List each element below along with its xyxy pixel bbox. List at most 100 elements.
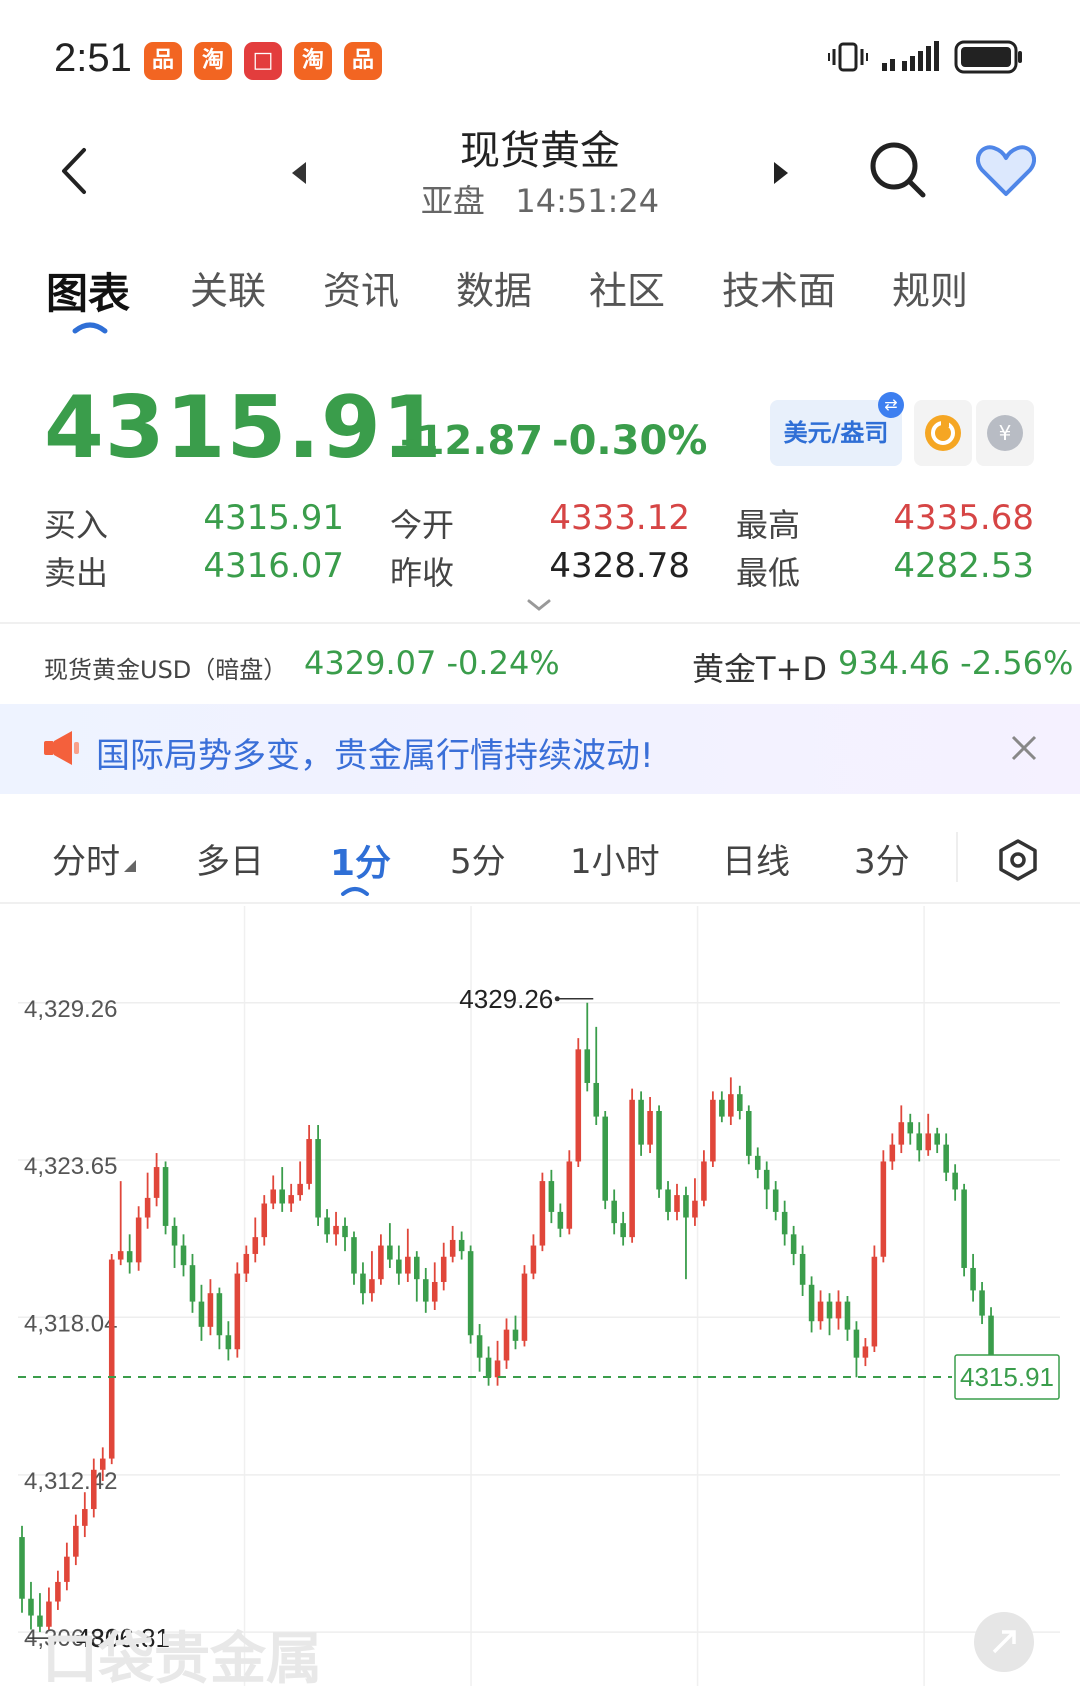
candle-body <box>880 1161 887 1257</box>
candle-body <box>512 1329 519 1341</box>
notice-banner[interactable]: 国际局势多变，贵金属行情持续波动! <box>0 704 1080 794</box>
candle-body <box>647 1111 653 1145</box>
active-tab-indicator <box>72 322 108 334</box>
candle-body <box>207 1293 214 1327</box>
related-right-name: 黄金T+D <box>692 650 828 688</box>
dropdown-corner-icon <box>124 860 136 872</box>
candle-body <box>279 1189 285 1204</box>
content-tabs: 图表 关联 资讯 数据 社区 技术面 规则 <box>0 250 1080 334</box>
candle-body <box>629 1099 635 1238</box>
candle-body <box>135 1217 142 1263</box>
candle-body <box>351 1237 357 1274</box>
candle-body <box>979 1290 985 1316</box>
candle-body <box>961 1189 967 1268</box>
candle-body <box>476 1335 483 1358</box>
candle-body <box>440 1256 447 1282</box>
status-indicators <box>828 40 1024 74</box>
period-1hour[interactable]: 1小时 <box>570 834 660 883</box>
candle-body <box>90 1469 97 1510</box>
candle-body <box>82 1509 88 1526</box>
candle-body <box>844 1301 851 1330</box>
period-daily[interactable]: 日线 <box>722 834 790 883</box>
tab-technical[interactable]: 技术面 <box>722 260 836 315</box>
status-bar: 2:51 品淘 □ 淘品 <box>0 0 1080 120</box>
candle-body <box>952 1172 958 1190</box>
period-5min[interactable]: 5分 <box>450 834 506 883</box>
candle-body <box>683 1195 689 1218</box>
candle-body <box>781 1211 788 1235</box>
vibrate-icon <box>828 42 868 72</box>
candle-body <box>557 1211 564 1229</box>
tab-community[interactable]: 社区 <box>589 260 665 315</box>
candle-body <box>701 1161 707 1201</box>
candle-body <box>862 1346 869 1358</box>
candle-body <box>539 1181 546 1246</box>
replay-button[interactable] <box>914 400 972 466</box>
share-float-button[interactable] <box>974 1612 1034 1672</box>
candle-body <box>108 1259 115 1459</box>
status-time: 2:51 <box>54 36 132 80</box>
open-value: 4333.12 <box>549 498 690 538</box>
candle-body <box>467 1251 474 1336</box>
price-change: -12.87 <box>400 418 544 464</box>
period-multiday[interactable]: 多日 <box>196 834 264 883</box>
candle-body <box>566 1161 573 1229</box>
notification-app-icon: □ <box>244 42 282 80</box>
candle-body <box>790 1234 797 1254</box>
tab-rules[interactable]: 规则 <box>892 260 968 315</box>
close-icon[interactable] <box>1010 734 1038 762</box>
favorite-heart-icon[interactable] <box>976 144 1036 198</box>
candle-body <box>656 1111 662 1190</box>
candle-body <box>46 1601 52 1627</box>
sell-value: 4316.07 <box>203 546 344 586</box>
candle-body <box>772 1189 779 1212</box>
tab-chart[interactable]: 图表 <box>46 260 130 321</box>
sell-label: 卖出 <box>44 554 109 592</box>
candle-body <box>970 1267 976 1291</box>
candle-body <box>458 1239 465 1252</box>
battery-icon <box>954 40 1022 74</box>
search-icon[interactable] <box>868 140 928 200</box>
candle-body <box>369 1279 375 1294</box>
candle-body <box>593 1082 600 1117</box>
candle-body <box>270 1189 277 1204</box>
max-price-label: 4329.26 <box>459 984 553 1014</box>
notification-app-icon: 淘 <box>194 42 232 80</box>
candle-body <box>943 1144 949 1173</box>
period-3min[interactable]: 3分 <box>854 834 910 883</box>
candle-body <box>692 1200 698 1218</box>
candlestick-chart[interactable]: 4,329.264,323.654,318.044,312.424,306.81… <box>0 906 1080 1695</box>
low-value: 4282.53 <box>893 546 1034 586</box>
candle-body <box>342 1225 348 1238</box>
tab-related[interactable]: 关联 <box>190 260 266 315</box>
next-instrument-icon[interactable] <box>772 160 790 186</box>
expand-chevron-icon[interactable] <box>526 598 552 612</box>
tab-data[interactable]: 数据 <box>456 260 532 315</box>
candle-body <box>243 1253 250 1274</box>
notification-app-icon: 品 <box>344 42 382 80</box>
y-axis-tick-label: 4,329.26 <box>24 996 117 1023</box>
buy-value: 4315.91 <box>203 498 344 538</box>
related-instruments-row[interactable]: 现货黄金USD（暗盘） 4329.07 -0.24% 黄金T+D 934.46 … <box>0 640 1080 692</box>
candle-body <box>19 1537 25 1599</box>
candle-body <box>934 1133 940 1145</box>
candle-body <box>674 1195 680 1212</box>
period-1min[interactable]: 1分 <box>330 834 391 886</box>
prev-close-label: 昨收 <box>390 554 455 592</box>
candle-body <box>620 1223 626 1238</box>
candle-body <box>216 1293 223 1336</box>
tab-news[interactable]: 资讯 <box>323 260 399 315</box>
candle-body <box>853 1329 860 1358</box>
candle-body <box>28 1598 34 1616</box>
y-axis-tick-label: 4,318.04 <box>24 1310 117 1337</box>
period-timeshare[interactable]: 分时 <box>52 834 120 883</box>
chart-settings-hexagon-icon[interactable] <box>996 838 1040 882</box>
candlestick-chart-area[interactable]: 4,329.26 4,323.65 4,318.04 4,312.42 4,306.81… <box>0 906 1080 1695</box>
exchange-button[interactable]: ¥ <box>976 400 1034 466</box>
candle-body <box>835 1301 842 1319</box>
candle-body <box>414 1256 420 1280</box>
candle-body <box>503 1329 510 1361</box>
candle-body <box>306 1139 312 1184</box>
high-value: 4335.68 <box>893 498 1034 538</box>
buy-label: 买入 <box>44 506 109 544</box>
